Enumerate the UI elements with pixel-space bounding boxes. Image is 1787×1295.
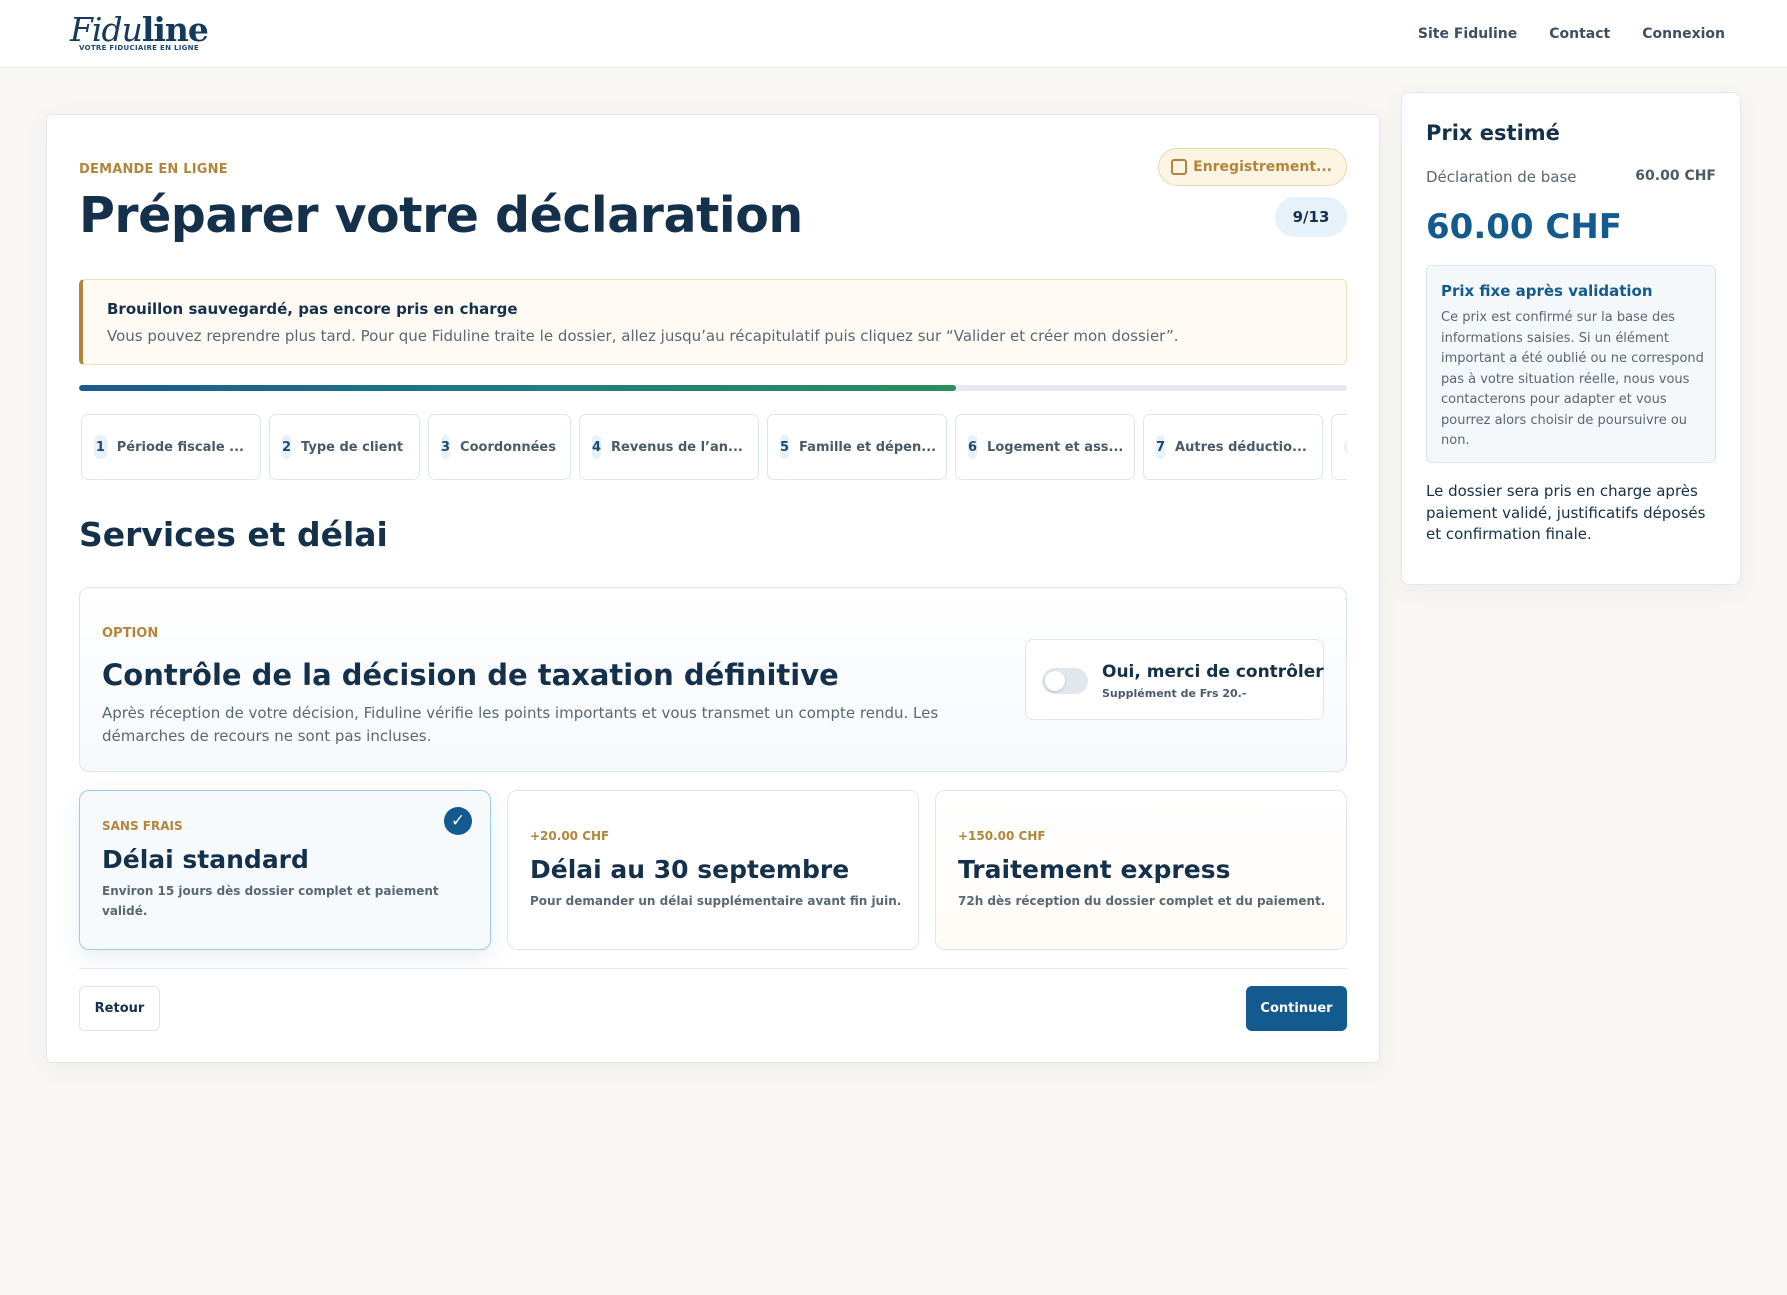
- nav-link-site-fiduline[interactable]: Site Fiduline: [1418, 26, 1517, 42]
- base-price-label: Déclaration de base: [1426, 168, 1577, 186]
- step-counter-badge: 9/13: [1275, 197, 1347, 237]
- fiduline-logo[interactable]: Fiduline VOTRE FIDUCIAIRE EN LIGNE: [70, 10, 209, 53]
- step-tab-8[interactable]: 8: [1331, 414, 1347, 480]
- step-label: Période fiscale ...: [116, 439, 244, 455]
- total-price: 60.00 CHF: [1426, 207, 1623, 247]
- delay-description: Environ 15 jours dès dossier complet et …: [102, 884, 439, 918]
- page-title: Préparer votre déclaration: [79, 187, 803, 244]
- logo-wordmark: Fiduline: [70, 10, 209, 49]
- save-status-badge: Enregistrement...: [1158, 148, 1347, 186]
- step-number: 5: [780, 435, 790, 459]
- toggle-supplement: Supplément de Frs 20.-: [1102, 687, 1247, 700]
- delay-price-label: +150.00 CHF: [958, 829, 1046, 843]
- form-card: DEMANDE EN LIGNE Préparer votre déclarat…: [46, 114, 1380, 1063]
- summary-title: Prix estimé: [1426, 121, 1560, 145]
- option-title: Contrôle de la décision de taxation défi…: [102, 658, 839, 692]
- info-body: Ce prix est confirmé sur la base des inf…: [1441, 310, 1704, 448]
- delay-option-express[interactable]: +150.00 CHF Traitement express 72h dès r…: [935, 790, 1347, 950]
- logo-tagline: VOTRE FIDUCIAIRE EN LIGNE: [79, 44, 199, 52]
- step-number: 8: [1344, 435, 1347, 459]
- delay-title: Délai standard: [102, 845, 309, 874]
- delay-option-30-september[interactable]: +20.00 CHF Délai au 30 septembre Pour de…: [507, 790, 919, 950]
- option-toggle-control[interactable]: Oui, merci de contrôler Supplément de Fr…: [1025, 639, 1324, 720]
- delay-title: Délai au 30 septembre: [530, 855, 850, 884]
- checkmark-icon: ✓: [444, 807, 472, 835]
- save-status-label: Enregistrement...: [1193, 159, 1332, 175]
- draft-notice: Brouillon sauvegardé, pas encore pris en…: [79, 279, 1347, 365]
- toggle-switch[interactable]: [1042, 668, 1088, 694]
- delay-price-label: +20.00 CHF: [530, 829, 610, 843]
- section-title: Services et délai: [79, 515, 388, 554]
- continue-button[interactable]: Continuer: [1246, 986, 1347, 1031]
- step-tab-7[interactable]: 7 Autres déductio...: [1143, 414, 1323, 480]
- step-label: Revenus de l’an...: [611, 439, 743, 455]
- draft-notice-body: Vous pouvez reprendre plus tard. Pour qu…: [107, 327, 1179, 345]
- progress-bar: [79, 385, 1347, 391]
- nav-link-contact[interactable]: Contact: [1549, 26, 1610, 42]
- toggle-knob: [1045, 671, 1065, 691]
- step-navigation[interactable]: 1 Période fiscale ... 2 Type de client 3…: [79, 414, 1347, 480]
- step-label: Autres déductio...: [1175, 439, 1307, 455]
- step-number: 7: [1156, 435, 1166, 459]
- step-tab-6[interactable]: 6 Logement et ass...: [955, 414, 1135, 480]
- step-tab-4[interactable]: 4 Revenus de l’an...: [579, 414, 759, 480]
- step-label: Logement et ass...: [987, 439, 1124, 455]
- step-tab-2[interactable]: 2 Type de client: [269, 414, 420, 480]
- step-label: Coordonnées: [460, 439, 556, 455]
- step-number: 4: [592, 435, 602, 459]
- nav-link-connexion[interactable]: Connexion: [1642, 26, 1725, 42]
- delay-description: 72h dès réception du dossier complet et …: [958, 894, 1326, 908]
- delay-option-standard[interactable]: SANS FRAIS Délai standard Environ 15 jou…: [79, 790, 491, 950]
- step-tab-1[interactable]: 1 Période fiscale ...: [81, 414, 261, 480]
- step-number: 1: [94, 435, 107, 459]
- option-description: Après réception de votre décision, Fidul…: [102, 704, 939, 745]
- step-number: 6: [968, 435, 978, 459]
- delay-title: Traitement express: [958, 855, 1231, 884]
- step-number: 3: [441, 435, 451, 459]
- info-title: Prix fixe après validation: [1441, 282, 1653, 300]
- step-tab-5[interactable]: 5 Famille et dépen...: [767, 414, 947, 480]
- form-eyebrow: DEMANDE EN LIGNE: [79, 162, 228, 177]
- back-button[interactable]: Retour: [79, 986, 160, 1031]
- step-label: Type de client: [301, 439, 404, 455]
- delay-description: Pour demander un délai supplémentaire av…: [530, 894, 902, 908]
- option-eyebrow: OPTION: [102, 626, 159, 641]
- fixed-price-info-box: Prix fixe après validation Ce prix est c…: [1426, 265, 1716, 463]
- delay-price-label: SANS FRAIS: [102, 819, 183, 833]
- processing-note: Le dossier sera pris en charge après pai…: [1426, 482, 1706, 543]
- top-bar: Fiduline VOTRE FIDUCIAIRE EN LIGNE Site …: [0, 0, 1787, 68]
- step-tab-3[interactable]: 3 Coordonnées: [428, 414, 571, 480]
- tax-decision-check-option: OPTION Contrôle de la décision de taxati…: [79, 587, 1347, 772]
- toggle-label: Oui, merci de contrôler: [1102, 662, 1324, 682]
- progress-bar-fill: [79, 385, 957, 391]
- step-number: 2: [282, 435, 292, 459]
- price-summary-card: Prix estimé Déclaration de base 60.00 CH…: [1401, 92, 1741, 585]
- top-nav: Site Fiduline Contact Connexion: [1418, 26, 1725, 42]
- base-price-value: 60.00 CHF: [1635, 168, 1716, 184]
- actions-divider: [79, 968, 1347, 969]
- save-icon: [1171, 159, 1188, 175]
- step-label: Famille et dépen...: [799, 439, 937, 455]
- draft-notice-title: Brouillon sauvegardé, pas encore pris en…: [107, 300, 518, 318]
